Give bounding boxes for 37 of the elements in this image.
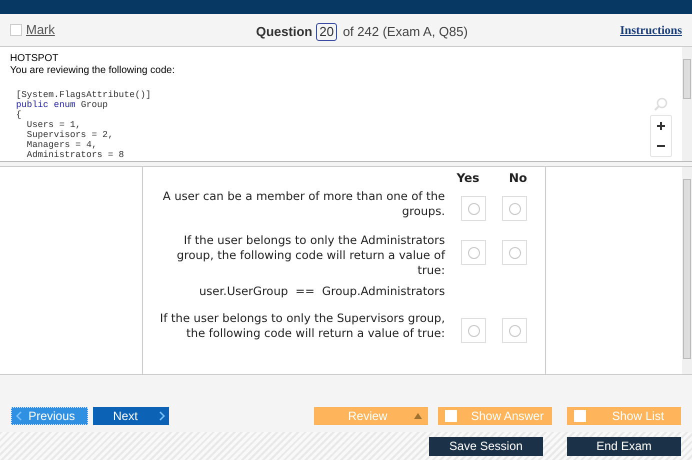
chevron-left-icon bbox=[16, 411, 22, 421]
code-line: Supervisors = 2, bbox=[26, 130, 114, 140]
radio-button[interactable] bbox=[508, 324, 520, 336]
scrollbar[interactable] bbox=[682, 47, 692, 161]
save-session-button[interactable]: Save Session bbox=[429, 436, 543, 456]
statement-text: If the user belongs to only the Administrators group, the following code will return a value of true: bbox=[176, 233, 445, 278]
search-icon[interactable] bbox=[654, 97, 668, 111]
scrollbar[interactable] bbox=[682, 167, 692, 374]
column-header: Yes bbox=[456, 170, 480, 187]
code-line: Users = 1, bbox=[26, 120, 81, 130]
column-header: No bbox=[508, 170, 528, 187]
triangle-up-icon bbox=[414, 413, 422, 419]
radio-button[interactable] bbox=[468, 246, 480, 258]
code-line: { bbox=[16, 110, 22, 120]
end-exam-button[interactable]: End Exam bbox=[567, 436, 681, 456]
statement-text: If the user belongs to only the Supervisors group, the following code will return a value of true: bbox=[158, 311, 445, 341]
statement-text: A user can be a member of more than one of the groups. bbox=[162, 189, 445, 219]
code-line: Managers = 4, bbox=[26, 140, 98, 150]
radio-button[interactable] bbox=[468, 202, 480, 214]
statement-code: user.UserGroup == Group.Administrators bbox=[199, 284, 445, 299]
question-label: Question bbox=[256, 23, 312, 41]
mark-label[interactable]: Mark bbox=[26, 20, 55, 40]
instructions-link[interactable]: Instructions bbox=[620, 21, 682, 39]
next-button[interactable]: Next bbox=[93, 407, 169, 425]
previous-button[interactable]: Previous bbox=[11, 407, 88, 425]
checkbox[interactable] bbox=[10, 24, 22, 36]
chevron-right-icon bbox=[159, 411, 165, 421]
question-type: HOTSPOT bbox=[10, 53, 60, 65]
radio-button[interactable] bbox=[508, 202, 520, 214]
question-intro: You are reviewing the following code: bbox=[10, 65, 176, 77]
code-line: Administrators = 8 bbox=[26, 150, 124, 160]
radio-button[interactable] bbox=[508, 246, 520, 258]
question-number: 20 bbox=[316, 22, 337, 41]
code-line: public enum Group bbox=[16, 100, 108, 110]
question-count: of 242 (Exam A, Q85) bbox=[342, 23, 468, 41]
code-line: [System.FlagsAttribute()] bbox=[16, 90, 152, 100]
radio-button[interactable] bbox=[468, 324, 480, 336]
